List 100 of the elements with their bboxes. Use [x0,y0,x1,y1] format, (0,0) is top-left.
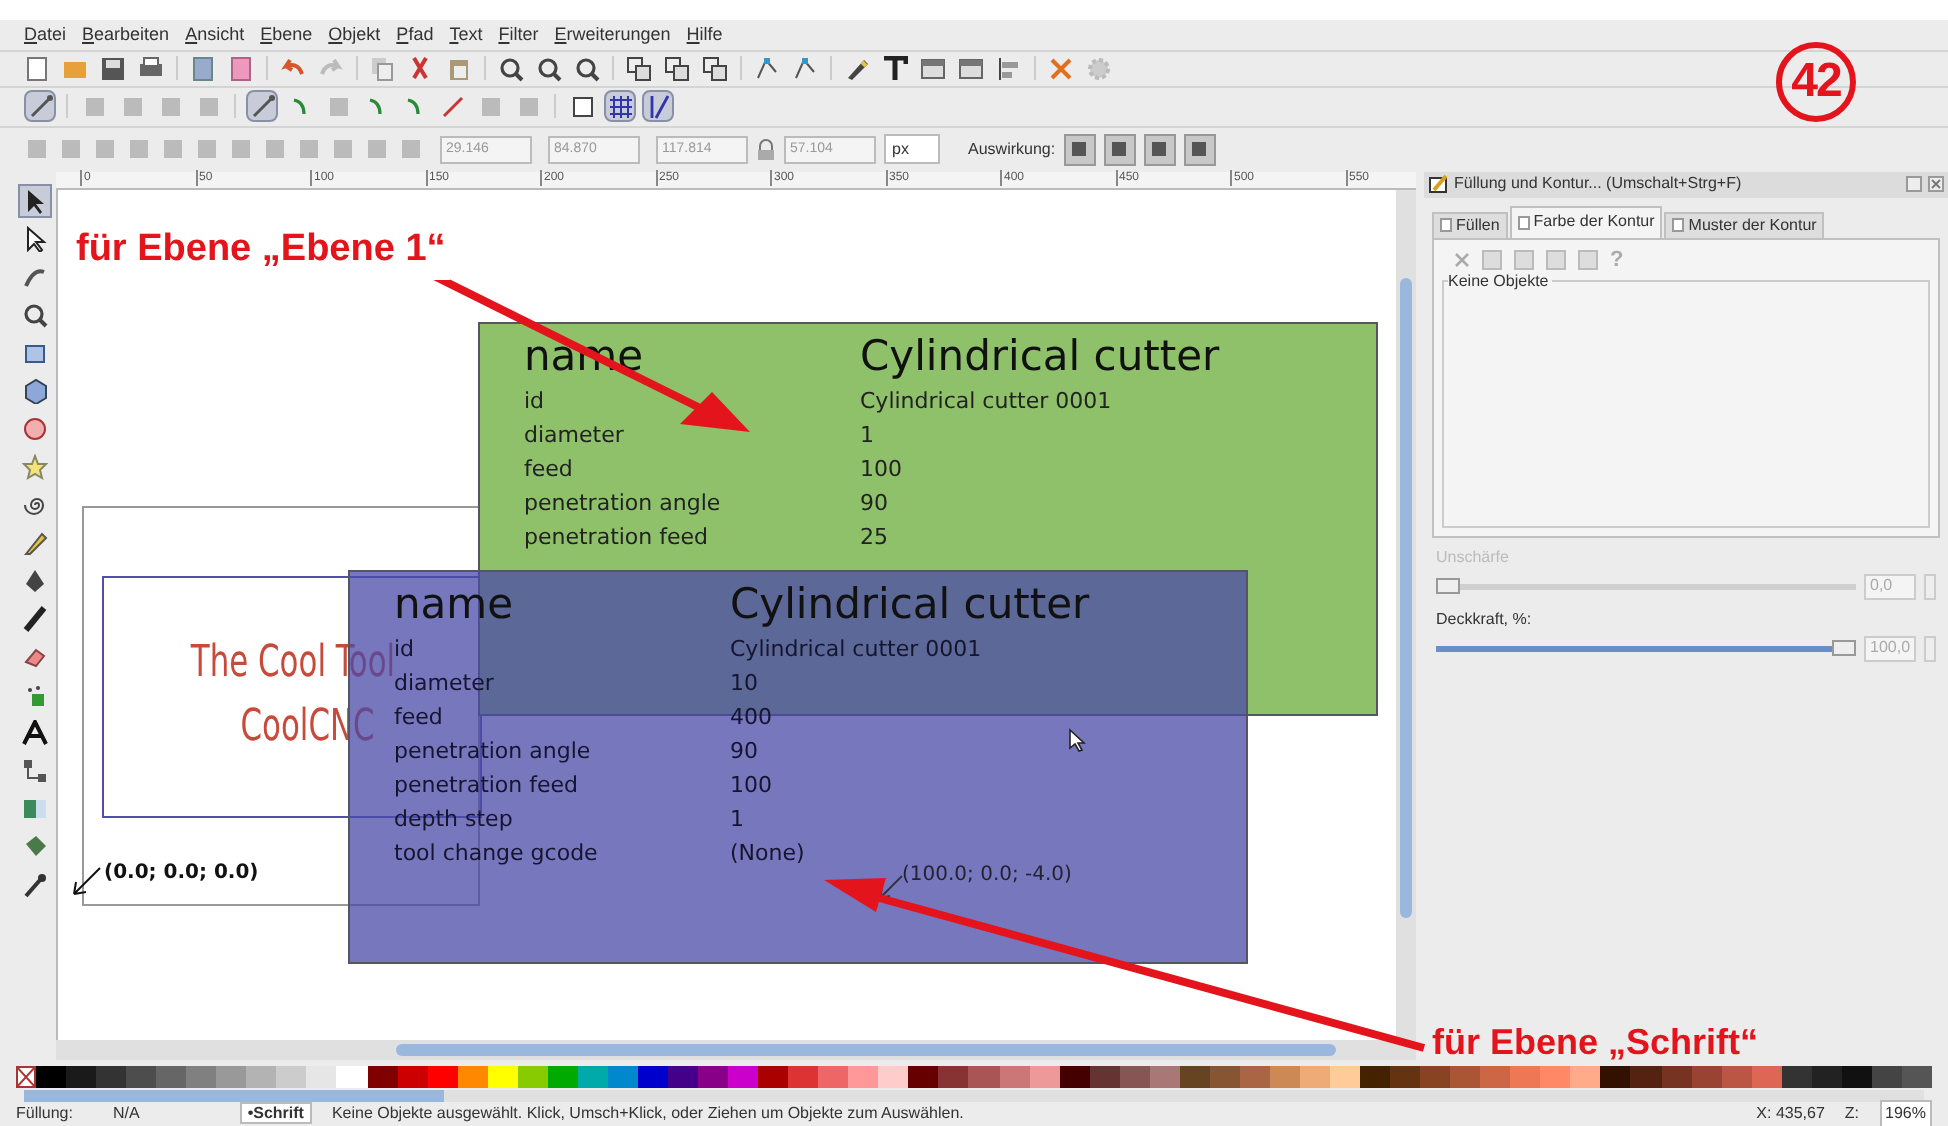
color-swatch[interactable] [216,1066,247,1088]
node-icon[interactable] [792,55,818,82]
document-icon[interactable] [24,55,50,82]
paint-type-icon[interactable] [1482,249,1502,270]
color-swatch[interactable] [1480,1066,1511,1088]
paste-icon[interactable] [446,55,472,82]
color-swatch[interactable] [938,1066,969,1088]
color-swatch[interactable] [1721,1066,1752,1088]
duplicate-icon[interactable] [664,55,690,82]
color-swatch[interactable] [1901,1066,1932,1088]
palette-scrollbar[interactable] [24,1089,1924,1102]
color-swatch[interactable] [667,1066,699,1088]
color-swatch[interactable] [306,1066,337,1088]
paint-type-icon[interactable] [1514,249,1534,270]
tool-button[interactable] [17,715,51,750]
square-icon[interactable] [24,136,50,163]
color-swatch[interactable] [1600,1066,1631,1088]
menu-item[interactable]: Filter [498,21,539,49]
menu-item[interactable]: Bearbeiten [82,21,170,49]
color-swatch[interactable] [908,1066,939,1088]
menu-item[interactable]: Text [449,21,483,49]
color-swatch[interactable] [1360,1066,1391,1088]
color-swatch[interactable] [577,1066,608,1088]
duplicate-icon[interactable] [626,55,652,82]
color-swatch[interactable] [607,1066,638,1088]
menu-item[interactable]: Erweiterungen [554,21,671,49]
zoom-field[interactable]: 196% [1879,1099,1932,1126]
color-swatch[interactable] [1450,1066,1481,1088]
tab[interactable]: Muster der Kontur [1664,211,1825,238]
color-swatch[interactable] [1811,1066,1842,1088]
color-swatch[interactable] [1089,1066,1120,1088]
color-swatch[interactable] [1239,1066,1270,1088]
color-swatch[interactable] [547,1066,578,1088]
transform-toggle-button[interactable] [1103,133,1136,166]
color-swatch[interactable] [1751,1066,1782,1088]
color-swatch[interactable] [1510,1066,1541,1088]
snap-toggle-button[interactable] [24,90,56,123]
tool-button[interactable] [17,183,51,218]
menu-item[interactable]: Pfad [396,21,434,49]
color-swatch[interactable] [1570,1066,1601,1088]
color-swatch[interactable] [1330,1066,1361,1088]
no-color-icon[interactable] [16,1066,36,1088]
horizontal-scrollbar[interactable] [56,1040,1416,1061]
vertical-scrollbar[interactable] [1396,189,1416,1041]
color-swatch[interactable] [126,1066,157,1088]
color-swatch[interactable] [999,1066,1030,1088]
color-swatch[interactable] [1661,1066,1692,1088]
color-swatch[interactable] [1209,1066,1240,1088]
color-swatch[interactable] [427,1066,458,1088]
color-swatch[interactable] [1029,1066,1060,1088]
paint-type-icon[interactable] [1578,249,1598,270]
color-swatch[interactable] [818,1066,849,1088]
square-icon[interactable] [262,136,288,163]
square-icon[interactable] [398,136,424,163]
tab[interactable]: Füllen [1432,211,1508,238]
color-swatch[interactable] [1269,1066,1300,1088]
transform-toggle-button[interactable] [1063,133,1096,166]
color-swatch[interactable] [878,1066,909,1088]
color-swatch[interactable] [367,1066,398,1088]
node-icon[interactable] [754,55,780,82]
paint-type-icon[interactable] [1546,249,1566,270]
text-tool-icon[interactable] [882,55,908,82]
color-swatch[interactable] [1540,1066,1571,1088]
square-icon[interactable] [92,136,118,163]
menu-item[interactable]: Datei [24,21,67,49]
lock-icon[interactable] [756,137,776,162]
color-swatch[interactable] [397,1066,428,1088]
square-icon[interactable] [330,136,356,163]
layer-dropdown[interactable]: •Schrift [239,1102,312,1125]
unit-dropdown[interactable]: px [884,134,940,165]
menu-item[interactable]: Hilfe [686,21,723,49]
zoom-icon[interactable] [536,55,562,82]
color-swatch[interactable] [1630,1066,1662,1088]
color-swatch[interactable] [758,1066,789,1088]
square-icon[interactable] [228,136,254,163]
slider-thumb[interactable] [1832,640,1856,657]
color-swatch[interactable] [66,1066,97,1088]
color-swatch[interactable] [246,1066,277,1088]
transform-toggle-button[interactable] [1143,133,1176,166]
copy-icon[interactable] [370,55,396,82]
color-swatch[interactable] [637,1066,668,1088]
color-swatch[interactable] [96,1066,127,1088]
window-icon[interactable] [920,55,946,82]
color-swatch[interactable] [1390,1066,1421,1088]
color-swatch[interactable] [1119,1066,1150,1088]
duplicate-icon[interactable] [702,55,728,82]
color-swatch[interactable] [728,1066,759,1088]
square-icon[interactable] [296,136,322,163]
zoom-icon[interactable] [498,55,524,82]
color-swatch[interactable] [788,1066,819,1088]
color-swatch[interactable] [1420,1066,1451,1088]
panel-menu-icon[interactable] [1906,176,1922,193]
square-icon[interactable] [364,136,390,163]
menu-item[interactable]: Ebene [260,21,313,49]
color-swatch[interactable] [36,1066,67,1088]
color-swatch[interactable] [156,1066,187,1088]
menu-item[interactable]: Objekt [328,21,381,49]
color-swatch[interactable] [336,1066,368,1088]
color-swatch[interactable] [1299,1066,1331,1088]
color-swatch[interactable] [276,1066,307,1088]
